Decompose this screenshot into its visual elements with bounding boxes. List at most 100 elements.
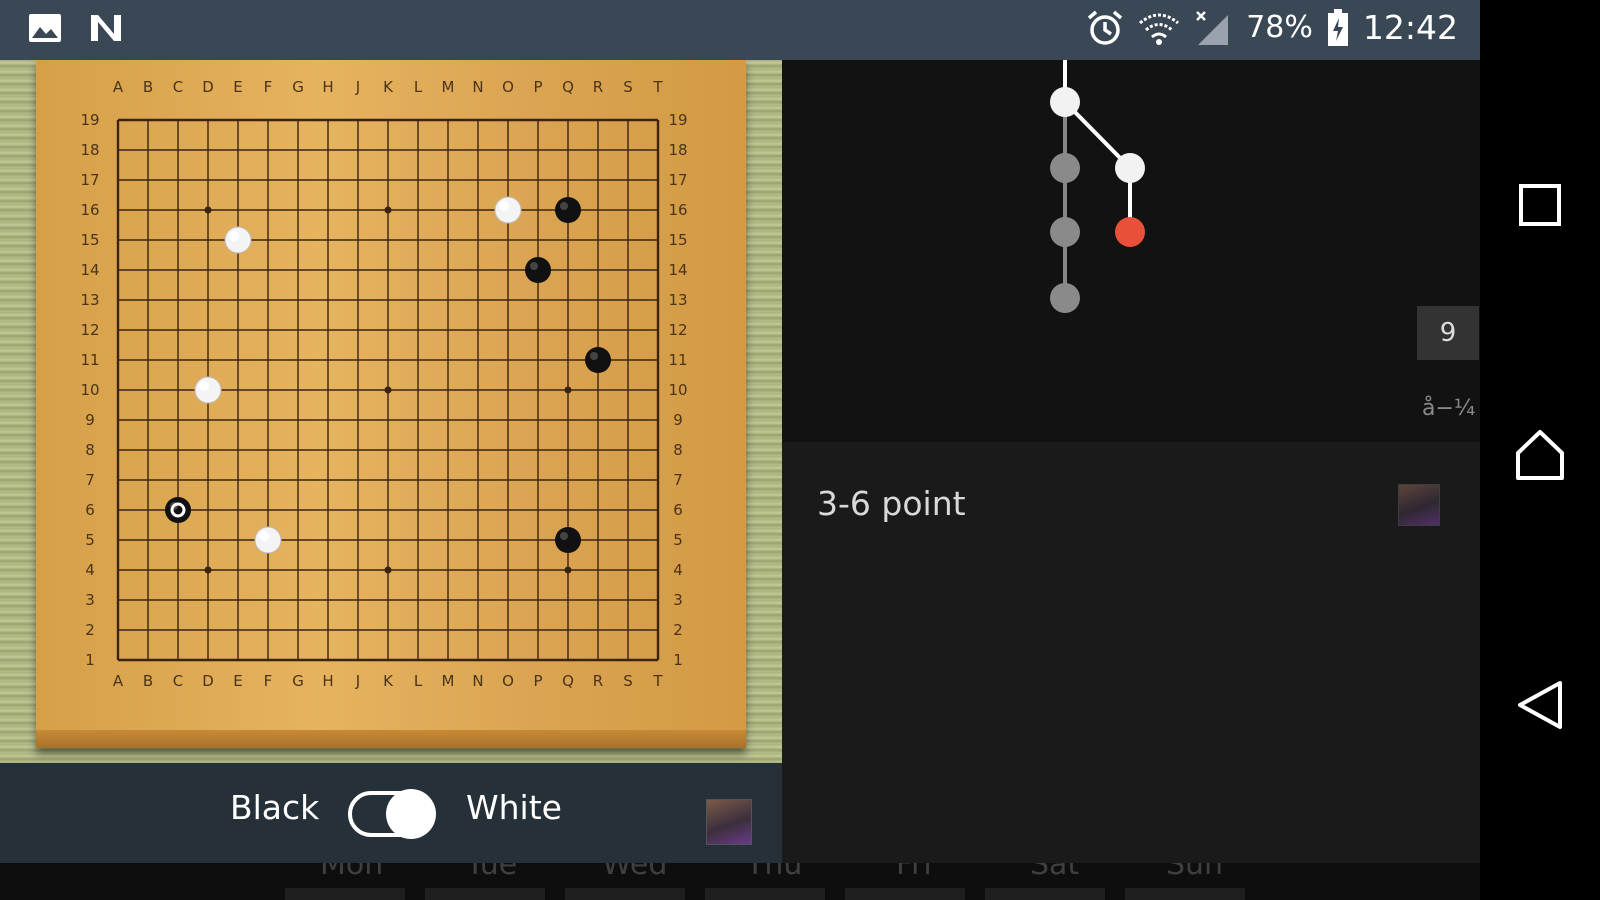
row-label: 12	[80, 321, 99, 339]
gallery-icon	[29, 14, 61, 42]
column-label: G	[292, 78, 304, 96]
column-label: T	[652, 78, 663, 96]
stone-highlight	[259, 531, 269, 541]
row-label: 4	[673, 561, 683, 579]
column-label: L	[414, 672, 423, 690]
row-label: 15	[80, 231, 99, 249]
column-label: F	[264, 672, 273, 690]
tree-node[interactable]	[1050, 87, 1080, 117]
day-divider	[705, 888, 825, 900]
column-label: Q	[562, 78, 574, 96]
black-stone[interactable]	[555, 527, 581, 553]
move-number-badge[interactable]: 9	[1417, 306, 1479, 360]
row-label: 18	[668, 141, 687, 159]
column-label: D	[202, 78, 214, 96]
row-label: 2	[85, 621, 95, 639]
row-label: 19	[668, 111, 687, 129]
image-thumbnail-button[interactable]	[706, 799, 752, 845]
tree-node[interactable]	[1050, 217, 1080, 247]
day-divider	[985, 888, 1105, 900]
black-stone[interactable]	[555, 197, 581, 223]
battery-percent: 78%	[1246, 10, 1313, 45]
column-label: E	[233, 672, 242, 690]
player-toggle-bar: Black White	[0, 763, 782, 863]
white-stone[interactable]	[494, 196, 522, 224]
stone-highlight	[530, 262, 538, 270]
wifi-icon	[1139, 13, 1180, 45]
column-label: M	[442, 78, 455, 96]
row-label: 8	[85, 441, 95, 459]
tree-node-current[interactable]	[1115, 217, 1145, 247]
stone-highlight	[199, 381, 209, 391]
black-stone[interactable]	[525, 257, 551, 283]
column-label: H	[322, 672, 333, 690]
row-label: 15	[668, 231, 687, 249]
column-label: T	[652, 672, 663, 690]
row-label: 9	[85, 411, 95, 429]
row-label: 10	[80, 381, 99, 399]
white-stone[interactable]	[254, 526, 282, 554]
comment-image-button[interactable]	[1398, 484, 1440, 526]
recents-icon	[1519, 184, 1561, 226]
white-stone[interactable]	[224, 226, 252, 254]
home-button[interactable]	[1500, 415, 1580, 495]
stone-highlight	[590, 352, 598, 360]
column-label: F	[264, 78, 273, 96]
column-label: Q	[562, 672, 574, 690]
black-stone[interactable]	[585, 347, 611, 373]
row-label: 17	[668, 171, 687, 189]
clock: 12:42	[1362, 8, 1458, 47]
column-label: C	[173, 672, 183, 690]
row-label: 2	[673, 621, 683, 639]
white-stone[interactable]	[194, 376, 222, 404]
tree-node[interactable]	[1115, 153, 1145, 183]
black-label: Black	[230, 788, 320, 827]
battery-charging-icon	[1327, 8, 1348, 46]
game-tree-panel	[782, 60, 1480, 442]
column-label: A	[113, 672, 124, 690]
column-label: N	[472, 672, 483, 690]
stone-highlight	[229, 231, 239, 241]
garbled-label: å−¼	[1422, 396, 1476, 421]
go-board[interactable]: A A B B C C D D E E F F G G H H J J K K L L M M N N O O P P Q Q R R S S T T 19…	[36, 60, 746, 748]
stone-highlight	[499, 201, 509, 211]
star-point	[384, 206, 392, 214]
row-label: 9	[673, 411, 683, 429]
tree-node[interactable]	[1050, 153, 1080, 183]
row-label: 10	[668, 381, 687, 399]
row-label: 5	[673, 531, 683, 549]
star-point	[204, 566, 212, 574]
tree-node[interactable]	[1050, 283, 1080, 313]
column-label: A	[113, 78, 124, 96]
row-label: 14	[668, 261, 687, 279]
column-label: K	[383, 78, 394, 96]
column-label: R	[593, 78, 603, 96]
row-label: 6	[673, 501, 683, 519]
player-color-toggle[interactable]	[348, 789, 436, 839]
back-button[interactable]	[1500, 665, 1580, 745]
white-label: White	[466, 788, 562, 827]
row-label: 7	[85, 471, 95, 489]
black-stone[interactable]	[165, 497, 191, 523]
row-label: 1	[673, 651, 683, 669]
board-area: A A B B C C D D E E F F G G H H J J K K L L M M N N O O P P Q Q R R S S T T 19…	[0, 60, 782, 763]
status-bar: 78% 12:42	[0, 0, 1480, 60]
row-label: 18	[80, 141, 99, 159]
toggle-knob	[386, 789, 436, 839]
row-label: 13	[80, 291, 99, 309]
row-label: 12	[668, 321, 687, 339]
column-label: G	[292, 672, 304, 690]
alarm-icon	[1088, 10, 1123, 45]
star-point	[384, 386, 392, 394]
home-icon	[1516, 430, 1564, 480]
column-label: S	[623, 78, 633, 96]
day-divider	[1125, 888, 1245, 900]
column-label: M	[442, 672, 455, 690]
row-label: 14	[80, 261, 99, 279]
comment-text: 3-6 point	[817, 484, 966, 523]
recents-button[interactable]	[1500, 165, 1580, 245]
board-grid[interactable]: AABBCCDDEEFFGGHHJJKKLLMMNNOOPPQQRRSSTT19…	[36, 60, 746, 748]
row-label: 17	[80, 171, 99, 189]
day-label: Wed	[602, 863, 668, 882]
column-label: L	[414, 78, 423, 96]
